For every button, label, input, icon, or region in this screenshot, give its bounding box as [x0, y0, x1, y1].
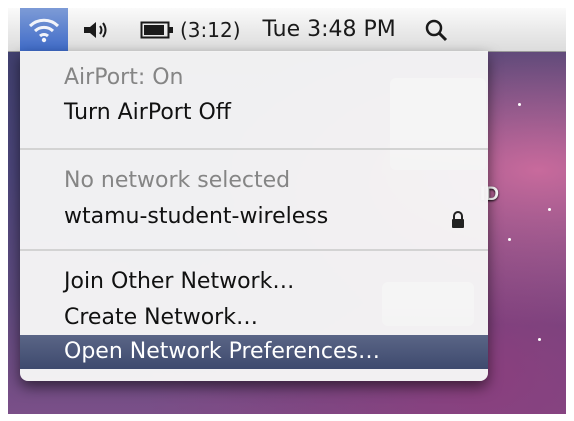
join-other-network-item[interactable]: Join Other Network…: [20, 266, 488, 298]
network-status-label: No network selected: [64, 168, 291, 193]
battery-icon: [140, 21, 173, 38]
lock-icon: [452, 211, 464, 228]
speaker-icon: [84, 21, 107, 38]
screen: ID (3:12) Tue 3:48 PM AirPort: On Turn A…: [8, 8, 566, 414]
open-network-preferences-item[interactable]: Open Network Preferences…: [20, 335, 488, 369]
wifi-icon: [28, 18, 60, 42]
battery-time-remaining: (3:12): [180, 17, 241, 42]
turn-airport-off-item[interactable]: Turn AirPort Off: [20, 97, 488, 129]
menu-bar: (3:12) Tue 3:48 PM: [8, 8, 566, 52]
airport-dropdown-menu: AirPort: On Turn AirPort Off No network …: [20, 51, 488, 381]
airport-menu-extra[interactable]: [20, 8, 68, 51]
search-icon: [425, 19, 447, 41]
network-item-wtamu-student-wireless[interactable]: wtamu-student-wireless: [20, 201, 488, 233]
battery-menu-extra[interactable]: (3:12): [140, 8, 241, 51]
star-decoration: [508, 238, 511, 241]
star-decoration: [548, 208, 551, 211]
star-decoration: [538, 338, 541, 341]
menu-separator: [20, 148, 488, 150]
spotlight-button[interactable]: [424, 8, 448, 51]
airport-status-label: AirPort: On: [64, 65, 184, 90]
clock[interactable]: Tue 3:48 PM: [263, 8, 396, 51]
menu-separator: [20, 249, 488, 251]
create-network-item[interactable]: Create Network…: [20, 302, 488, 334]
star-decoration: [518, 103, 521, 106]
volume-menu-extra[interactable]: [82, 8, 110, 51]
